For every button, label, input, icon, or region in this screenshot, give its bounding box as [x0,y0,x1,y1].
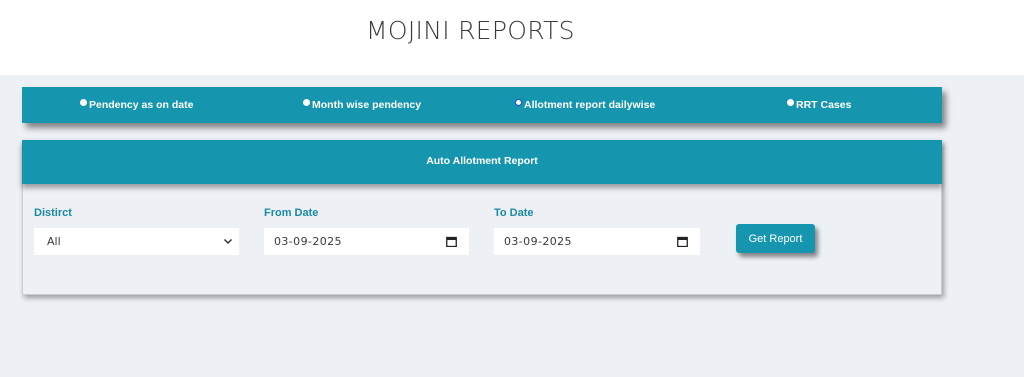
from-date-input[interactable]: 03-09-2025 [264,228,469,255]
tab-allotment-report-dailywise[interactable]: Allotment report dailywise [515,97,655,113]
chevron-down-icon [223,238,233,245]
radio-icon[interactable] [515,99,522,106]
radio-icon[interactable] [787,99,794,106]
report-title: Auto Allotment Report [426,155,538,167]
top-header: MOJINI REPORTS [0,0,1024,75]
page-title: MOJINI REPORTS [366,16,575,45]
radio-icon[interactable] [80,99,87,106]
report-card-header: Auto Allotment Report [22,140,942,184]
district-select[interactable]: All [34,228,239,255]
tab-pendency-as-on-date[interactable]: Pendency as on date [80,97,193,113]
from-date-value: 03-09-2025 [274,235,342,248]
calendar-icon[interactable] [446,236,457,247]
district-value: All [47,235,61,248]
to-date-input[interactable]: 03-09-2025 [494,228,700,255]
from-date-label: From Date [264,207,319,219]
district-label: Distirct [34,207,72,219]
to-date-label: To Date [494,207,534,219]
to-date-value: 03-09-2025 [504,235,572,248]
report-card: Auto Allotment Report Distirct All From … [22,140,942,295]
tab-label: Month wise pendency [312,99,422,111]
tab-label: RRT Cases [796,99,852,111]
get-report-button[interactable]: Get Report [736,224,815,253]
calendar-icon[interactable] [677,236,688,247]
tab-label: Allotment report dailywise [524,99,656,111]
radio-icon[interactable] [303,99,310,106]
tab-label: Pendency as on date [89,99,194,111]
report-tabs-bar: Pendency as on date Month wise pendency … [22,87,942,123]
tab-rrt-cases[interactable]: RRT Cases [787,97,851,113]
tab-month-wise-pendency[interactable]: Month wise pendency [303,97,421,113]
